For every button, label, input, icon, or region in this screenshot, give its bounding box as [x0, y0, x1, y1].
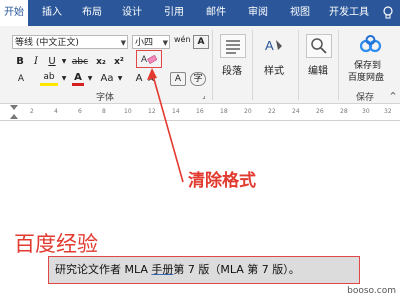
text-before: 研究论文作者 MLA [55, 263, 152, 276]
watermark: 百度经验 [14, 232, 98, 256]
annotation-label: 清除格式 [188, 171, 256, 191]
document-text[interactable]: 研究论文作者 MLA 手册第 7 版（MLA 第 7 版）。 [48, 256, 360, 284]
corner-watermark: booso.com [347, 286, 396, 296]
text-after: 第 7 版（MLA 第 7 版）。 [173, 263, 300, 276]
text-linked: 手册 [151, 263, 174, 276]
